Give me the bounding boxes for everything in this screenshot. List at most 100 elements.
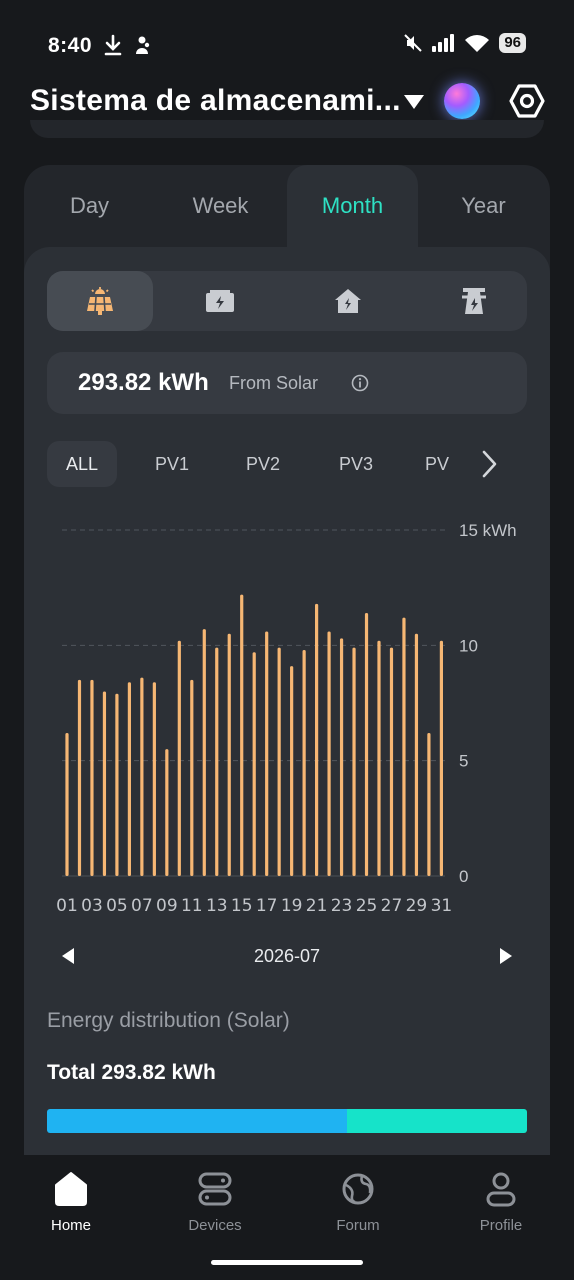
bar-day-13[interactable] bbox=[215, 647, 219, 876]
bar-day-25[interactable] bbox=[364, 613, 369, 876]
bar-day-29[interactable] bbox=[414, 633, 419, 876]
bar-day-18[interactable] bbox=[277, 647, 281, 876]
bar-day-17[interactable] bbox=[265, 631, 269, 876]
x-tick-label: 15 bbox=[231, 896, 253, 912]
bar-day-22[interactable] bbox=[327, 631, 331, 876]
pv-tab-pv3[interactable]: PV3 bbox=[319, 441, 393, 487]
grid-tower-icon bbox=[462, 288, 486, 314]
x-tick-label: 17 bbox=[256, 896, 278, 912]
solar-total-value: 293.82 kWh bbox=[78, 369, 209, 396]
home-load-icon bbox=[335, 289, 361, 313]
status-system-icons: 96 bbox=[404, 33, 526, 53]
x-tick-label: 01 bbox=[56, 896, 78, 912]
y-tick-label: 5 bbox=[459, 752, 468, 771]
app-notification-icon bbox=[136, 36, 150, 54]
monthly-solar-bar-chart: 15 kWh 10 5 0 01 03 05 07 09 11 13 15 17 19 21 23 25 27 29… bbox=[56, 521, 517, 912]
bar-day-28[interactable] bbox=[402, 617, 406, 876]
bar-day-15[interactable] bbox=[240, 594, 244, 876]
system-title[interactable]: Sistema de almacenami... bbox=[30, 84, 401, 118]
bar-day-06[interactable] bbox=[127, 682, 131, 876]
home-icon bbox=[55, 1172, 87, 1206]
download-icon bbox=[104, 34, 122, 56]
y-tick-label: 15 kWh bbox=[459, 521, 517, 540]
info-icon[interactable] bbox=[351, 374, 369, 392]
month-navigator: 2026-07 bbox=[24, 939, 550, 975]
x-tick-label: 11 bbox=[181, 896, 203, 912]
x-tick-label: 03 bbox=[81, 896, 103, 912]
source-tabs bbox=[47, 271, 527, 331]
bar-day-20[interactable] bbox=[302, 649, 306, 876]
current-month-label: 2026-07 bbox=[253, 946, 321, 966]
pv-tab-pv2[interactable]: PV2 bbox=[226, 441, 300, 487]
solar-total-summary: 293.82 kWh From Solar bbox=[47, 352, 527, 414]
source-tab-solar[interactable] bbox=[47, 271, 153, 331]
battery-level: 96 bbox=[499, 33, 526, 53]
bar-day-26[interactable] bbox=[377, 640, 381, 876]
nav-profile[interactable]: Profile bbox=[446, 1169, 556, 1234]
bar-day-10[interactable] bbox=[177, 640, 181, 876]
source-tab-battery[interactable] bbox=[167, 271, 273, 331]
distribution-segment-primary bbox=[47, 1109, 347, 1133]
pv-tab-all[interactable]: ALL bbox=[47, 441, 117, 487]
x-tick-label: 13 bbox=[206, 896, 228, 912]
bar-day-27[interactable] bbox=[389, 647, 394, 876]
next-month-arrow-icon[interactable] bbox=[498, 947, 514, 965]
bar-day-31[interactable] bbox=[439, 640, 443, 876]
x-tick-label: 23 bbox=[331, 896, 353, 912]
bar-day-03[interactable] bbox=[90, 679, 94, 876]
bar-day-24[interactable] bbox=[352, 647, 356, 876]
wifi-icon bbox=[465, 35, 490, 52]
energy-card: Day Week Month Year 293.82 kWh From Sola… bbox=[24, 165, 550, 1155]
tab-month[interactable]: Month bbox=[287, 165, 418, 247]
nav-home[interactable]: Home bbox=[16, 1169, 126, 1234]
bar-day-12[interactable] bbox=[202, 629, 206, 876]
bar-day-23[interactable] bbox=[339, 638, 344, 876]
chevron-right-icon[interactable] bbox=[479, 449, 499, 479]
previous-card-edge bbox=[30, 120, 544, 138]
distribution-total: Total 293.82 kWh bbox=[47, 1061, 216, 1084]
home-indicator-bar[interactable] bbox=[211, 1260, 363, 1265]
bar-day-30[interactable] bbox=[427, 732, 431, 876]
x-tick-label: 07 bbox=[131, 896, 153, 912]
bar-day-16[interactable] bbox=[252, 652, 256, 876]
dropdown-triangle-icon[interactable] bbox=[403, 94, 425, 110]
bar-day-21[interactable] bbox=[315, 603, 319, 876]
x-tick-label: 05 bbox=[106, 896, 128, 912]
y-tick-label: 0 bbox=[459, 867, 468, 886]
signal-icon bbox=[432, 34, 455, 52]
pv-tabs: ALL PV1 PV2 PV3 PV bbox=[47, 441, 527, 487]
distribution-segment-secondary bbox=[347, 1109, 527, 1133]
bar-day-01[interactable] bbox=[65, 732, 69, 876]
solar-total-label: From Solar bbox=[229, 373, 319, 393]
x-tick-label: 21 bbox=[306, 896, 328, 912]
source-tab-home[interactable] bbox=[295, 271, 401, 331]
ai-assistant-orb-icon[interactable] bbox=[444, 83, 480, 119]
source-tab-grid[interactable] bbox=[421, 271, 527, 331]
bar-day-14[interactable] bbox=[227, 633, 231, 876]
tab-week[interactable]: Week bbox=[155, 165, 286, 247]
nav-devices[interactable]: Devices bbox=[160, 1169, 270, 1234]
forum-globe-icon bbox=[342, 1173, 374, 1205]
distribution-bar bbox=[47, 1109, 527, 1133]
distribution-title: Energy distribution (Solar) bbox=[47, 1009, 290, 1032]
bar-day-08[interactable] bbox=[152, 682, 156, 876]
bar-day-09[interactable] bbox=[165, 749, 169, 876]
x-tick-label: 31 bbox=[431, 896, 453, 912]
x-tick-label: 27 bbox=[381, 896, 403, 912]
pv-tab-pv4-partial[interactable]: PV bbox=[425, 441, 465, 487]
tab-year[interactable]: Year bbox=[418, 165, 549, 247]
profile-icon bbox=[486, 1172, 516, 1207]
bar-day-04[interactable] bbox=[102, 691, 107, 876]
bar-day-02[interactable] bbox=[77, 679, 82, 876]
settings-gear-icon[interactable] bbox=[508, 82, 546, 120]
bar-day-19[interactable] bbox=[290, 666, 294, 876]
pv-tab-pv1[interactable]: PV1 bbox=[135, 441, 209, 487]
bar-day-11[interactable] bbox=[190, 679, 194, 876]
nav-forum[interactable]: Forum bbox=[303, 1169, 413, 1234]
x-tick-label: 29 bbox=[406, 896, 428, 912]
bar-day-07[interactable] bbox=[140, 677, 144, 876]
battery-icon bbox=[206, 290, 234, 312]
tab-day[interactable]: Day bbox=[24, 165, 155, 247]
bar-day-05[interactable] bbox=[115, 693, 119, 876]
x-tick-label: 19 bbox=[281, 896, 303, 912]
